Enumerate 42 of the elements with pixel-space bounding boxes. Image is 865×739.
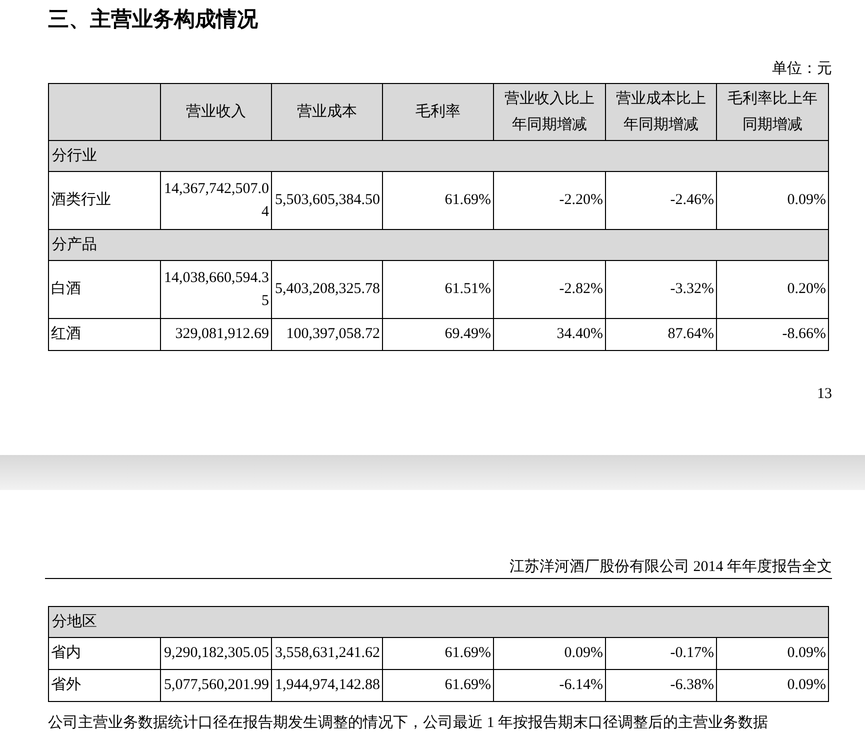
table-cell: 5,077,560,201.99 [160,670,272,702]
row-label: 省内 [48,638,160,670]
column-header: 营业成本 [272,84,382,140]
table-cell: -8.66% [716,318,828,350]
table-cell: 3,558,631,241.62 [272,638,382,670]
footnote: 公司主营业务数据统计口径在报告期发生调整的情况下，公司最近 1 年按报告期末口径调整后的主营业务数据 [48,713,768,733]
group-row-header: 分产品 [48,230,828,260]
table-cell: 87.64% [606,318,716,350]
row-label: 红酒 [48,318,160,350]
column-header: 营业收入 [160,84,272,140]
table-cell: -6.38% [606,670,716,702]
table-cell: 34.40% [494,318,606,350]
table-cell: 100,397,058.72 [272,318,382,350]
table-cell: -6.14% [494,670,606,702]
table-cell: 1,944,974,142.88 [272,670,382,702]
table-cell: -3.32% [606,260,716,318]
section-title: 三、主营业务构成情况 [48,6,258,33]
table-cell: 61.69% [382,638,494,670]
column-header: 营业收入比上年同期增减 [494,84,606,140]
table-cell: 14,038,660,594.35 [160,260,272,318]
unit-label: 单位：元 [772,60,832,79]
table-cell: 0.20% [716,260,828,318]
table-cell: 69.49% [382,318,494,350]
table-cell: 5,403,208,325.78 [272,260,382,318]
column-header: 营业成本比上年同期增减 [606,84,716,140]
row-label: 白酒 [48,260,160,318]
column-header: 毛利率比上年同期增减 [716,84,828,140]
table-cell: 0.09% [494,638,606,670]
row-label: 省外 [48,670,160,702]
table-cell: 61.51% [382,260,494,318]
table-cell: 9,290,182,305.05 [160,638,272,670]
table-cell: 0.09% [716,638,829,670]
table-cell: 0.09% [716,670,829,702]
group-row-header: 分地区 [48,606,829,638]
column-header: 毛利率 [382,84,494,140]
table-cell: 329,081,912.69 [160,318,272,350]
group-row-header: 分行业 [48,140,828,172]
table-cell: -2.82% [494,260,606,318]
table-cell: 61.69% [382,670,494,702]
page-header: 江苏洋河酒厂股份有限公司 2014 年年度报告全文 [510,557,832,577]
page-number: 13 [817,385,832,404]
table-cell: -0.17% [606,638,716,670]
